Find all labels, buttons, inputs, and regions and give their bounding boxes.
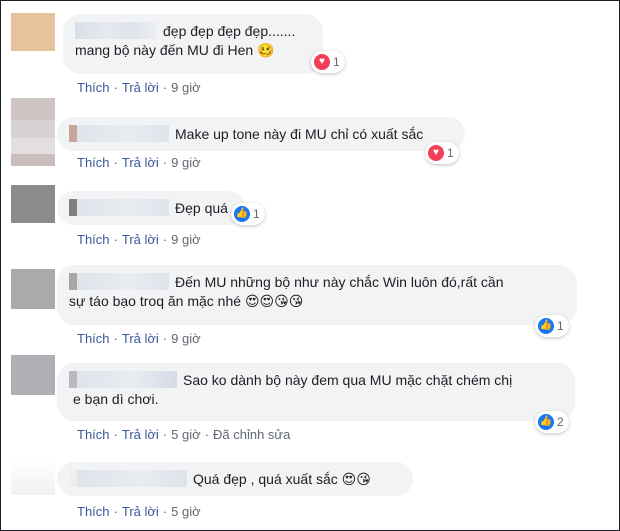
comment-text-line1: đẹp đẹp đẹp đẹp....... (163, 23, 296, 39)
separator: · (162, 331, 168, 346)
reaction-summary[interactable]: ♥ 1 (425, 142, 459, 164)
avatar[interactable] (11, 355, 55, 395)
reaction-count: 1 (253, 207, 260, 221)
separator: · (162, 427, 168, 442)
author-name-blurred[interactable] (69, 470, 187, 487)
avatar[interactable] (11, 185, 55, 223)
separator: · (113, 331, 118, 346)
comment-text: Đẹp quá (175, 200, 228, 216)
timestamp[interactable]: 5 giờ (171, 504, 201, 519)
reaction-count: 2 (557, 415, 564, 429)
reaction-summary[interactable]: 👍 1 (231, 203, 265, 225)
comment-bubble: đẹp đẹp đẹp đẹp....... mang bộ này đến M… (63, 14, 323, 74)
reply-link[interactable]: Trả lời (122, 504, 159, 519)
comment-actions: Thích · Trả lời · 5 giờ · Đã chỉnh sửa (77, 427, 290, 442)
author-name-blurred[interactable] (75, 22, 157, 39)
like-link[interactable]: Thích (77, 504, 110, 519)
comment-actions: Thích · Trả lời · 5 giờ (77, 504, 201, 519)
like-icon: 👍 (538, 414, 554, 430)
reaction-summary[interactable]: 👍 2 (535, 411, 569, 433)
separator: · (113, 232, 118, 247)
separator: · (113, 155, 118, 170)
like-icon: 👍 (234, 206, 250, 222)
love-icon: ♥ (314, 54, 330, 70)
separator: · (162, 80, 168, 95)
comment-bubble: Make up tone này đi MU chỉ có xuất sắc (57, 117, 465, 151)
like-link[interactable]: Thích (77, 232, 110, 247)
comment-text: Quá đẹp , quá xuất sắc (193, 471, 338, 487)
timestamp[interactable]: 9 giờ (171, 331, 201, 346)
separator: · (162, 504, 168, 519)
comment-actions: Thích · Trả lời · 9 giờ (77, 80, 201, 95)
comment-text-line2: e bạn dì chơi. (73, 391, 159, 407)
comment-text-line2: mang bộ này đến MU đi Hen (75, 42, 254, 58)
timestamp[interactable]: 5 giờ (171, 427, 201, 442)
edited-label[interactable]: Đã chỉnh sửa (213, 427, 290, 442)
separator: · (113, 80, 118, 95)
emoji: 😍😘 (341, 472, 371, 488)
timestamp[interactable]: 9 giờ (171, 155, 201, 170)
timestamp[interactable]: 9 giờ (171, 80, 201, 95)
reaction-summary[interactable]: ♥ 1 (311, 51, 345, 73)
reply-link[interactable]: Trả lời (122, 427, 159, 442)
like-link[interactable]: Thích (77, 155, 110, 170)
reaction-count: 1 (333, 55, 340, 69)
reaction-summary[interactable]: 👍 1 (535, 315, 569, 337)
timestamp[interactable]: 9 giờ (171, 232, 201, 247)
like-link[interactable]: Thích (77, 80, 110, 95)
reply-link[interactable]: Trả lời (122, 331, 159, 346)
reply-link[interactable]: Trả lời (122, 80, 159, 95)
reaction-count: 1 (447, 146, 454, 160)
comment-text-line1: Đến MU những bộ như này chắc Win luôn đó… (175, 274, 504, 290)
avatar[interactable] (11, 13, 55, 51)
separator: · (113, 504, 118, 519)
author-name-blurred[interactable] (69, 273, 169, 290)
separator: · (204, 427, 209, 442)
comment-bubble: Sao ko dành bộ này đem qua MU mặc chặt c… (57, 363, 575, 421)
comment-text-line1: Sao ko dành bộ này đem qua MU mặc chặt c… (183, 372, 513, 388)
emoji: 🥴 (257, 43, 275, 59)
comment-actions: Thích · Trả lời · 9 giờ (77, 331, 201, 346)
like-link[interactable]: Thích (77, 331, 110, 346)
comment-actions: Thích · Trả lời · 9 giờ (77, 232, 201, 247)
comment-bubble: Quá đẹp , quá xuất sắc 😍😘 (57, 462, 413, 496)
emoji: 😍😍😘😘 (244, 294, 304, 310)
comment-bubble: Đến MU những bộ như này chắc Win luôn đó… (57, 265, 577, 325)
author-name-blurred[interactable] (69, 199, 169, 216)
avatar[interactable] (11, 459, 55, 495)
reaction-count: 1 (557, 319, 564, 333)
comment-bubble: Đẹp quá (57, 191, 245, 225)
love-icon: ♥ (428, 145, 444, 161)
avatar[interactable] (11, 98, 55, 166)
author-name-blurred[interactable] (69, 371, 177, 388)
separator: · (113, 427, 118, 442)
comment-actions: Thích · Trả lời · 9 giờ (77, 155, 201, 170)
avatar[interactable] (11, 269, 55, 309)
like-icon: 👍 (538, 318, 554, 334)
like-link[interactable]: Thích (77, 427, 110, 442)
separator: · (162, 155, 168, 170)
reply-link[interactable]: Trả lời (122, 155, 159, 170)
comment-text-line2: sự táo bạo troq ăn mặc nhé (69, 293, 242, 309)
reply-link[interactable]: Trả lời (122, 232, 159, 247)
author-name-blurred[interactable] (69, 125, 169, 142)
separator: · (162, 232, 168, 247)
comments-panel: đẹp đẹp đẹp đẹp....... mang bộ này đến M… (0, 0, 620, 531)
comment-text: Make up tone này đi MU chỉ có xuất sắc (175, 126, 424, 142)
